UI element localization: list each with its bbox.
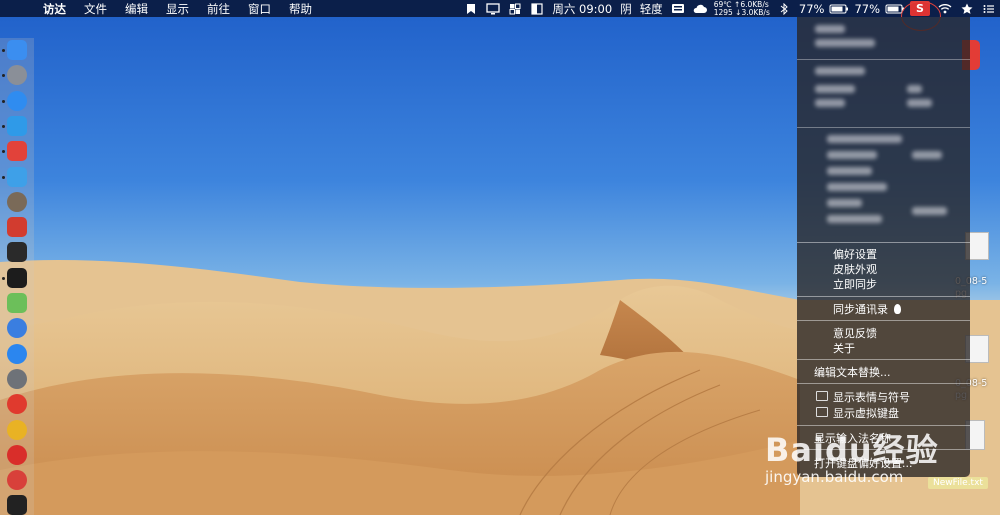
menu-separator [797, 242, 970, 243]
dock-screen-share-icon[interactable] [7, 166, 27, 187]
lightbulb-icon [894, 303, 901, 314]
dock-vivaldi-icon[interactable] [7, 470, 27, 491]
menu-item-sync-now[interactable]: 立即同步 [797, 276, 970, 291]
dock-running-indicator [2, 49, 5, 52]
battery-percent-2[interactable]: 77% [850, 2, 884, 16]
dock-maps-icon[interactable] [7, 293, 27, 313]
dock-running-indicator [2, 74, 5, 78]
menu-separator [797, 359, 970, 360]
menu-item-sync-contacts[interactable]: 同步通讯录 [797, 301, 970, 316]
dock-running-indicator [2, 99, 5, 103]
dock-launchpad-icon[interactable] [7, 65, 27, 86]
menu-item-label: 意见反馈 [833, 326, 877, 340]
blurred-menu-section [797, 17, 970, 247]
keyboard-input-icon[interactable] [667, 0, 689, 17]
keyboard-viewer-icon [816, 407, 828, 417]
dock-running-indicator [2, 124, 5, 128]
menu-help[interactable]: 帮助 [280, 1, 321, 17]
system-stats[interactable]: 69℃ ↑6.0KB/s 1295 ↓3.0KB/s [711, 0, 773, 17]
menubar-air-quality[interactable]: 轻度 [636, 1, 667, 17]
menu-item-label: 皮肤外观 [833, 262, 877, 276]
menu-item-edit-text-replace[interactable]: 编辑文本替换... [797, 364, 970, 379]
dock-preview-icon[interactable] [7, 115, 27, 136]
dock-macos-installer-icon[interactable] [7, 191, 27, 212]
list-icon[interactable] [978, 0, 1000, 17]
menu-edit[interactable]: 编辑 [116, 1, 157, 17]
menu-item-feedback[interactable]: 意见反馈 [797, 325, 970, 340]
dock-finder-icon[interactable] [7, 40, 27, 60]
menubar-clock[interactable]: 周六 09:00 [548, 1, 616, 17]
battery-icon-1[interactable] [828, 0, 850, 17]
dock-dictionary-icon[interactable] [7, 217, 27, 238]
menu-item-label: 显示虚拟键盘 [833, 406, 899, 420]
dock [0, 38, 34, 515]
menu-item-label: 偏好设置 [833, 247, 877, 261]
dock-running-indicator [2, 276, 5, 280]
menu-app-name[interactable]: 访达 [34, 1, 75, 17]
dock-activity-monitor-icon[interactable] [7, 242, 27, 263]
star-icon[interactable] [956, 0, 978, 17]
display-icon[interactable] [482, 0, 504, 17]
menu-item-show-keyboard[interactable]: 显示虚拟键盘 [797, 405, 970, 420]
menu-item-show-emoji[interactable]: 显示表情与符号 [797, 389, 970, 404]
dock-system-preferences-icon[interactable] [7, 368, 27, 389]
stats-line-2: 1295 ↓3.0KB/s [713, 7, 770, 17]
cloud-sync-icon[interactable] [689, 0, 711, 17]
menu-item-label: 编辑文本替换... [814, 365, 891, 379]
dock-app-store-icon[interactable] [7, 343, 27, 364]
dock-chrome-icon[interactable] [7, 419, 27, 440]
watermark-logo: Baidu经验 [765, 431, 939, 469]
baidu-jingyan-watermark: Baidu经验 jingyan.baidu.com [765, 425, 945, 495]
dock-yandex-browser-icon[interactable] [7, 394, 27, 415]
menu-bar: 访达 文件 编辑 显示 前往 窗口 帮助 周六 09:00 阴 轻度 69℃ ↑… [0, 0, 1000, 17]
menu-item-about[interactable]: 关于 [797, 340, 970, 355]
menu-window[interactable]: 窗口 [239, 1, 280, 17]
dock-running-indicator [2, 150, 5, 154]
menu-item-label: 同步通讯录 [833, 302, 888, 316]
menu-go[interactable]: 前往 [198, 1, 239, 17]
menu-item-label: 立即同步 [833, 277, 877, 291]
menu-item-label: 关于 [833, 341, 855, 355]
bookmark-icon[interactable] [460, 0, 482, 17]
menu-separator [797, 320, 970, 321]
dock-terminal-icon[interactable] [7, 267, 27, 288]
menubar-weather[interactable]: 阴 [616, 1, 636, 17]
dock-console-icon[interactable] [7, 495, 27, 515]
menu-file[interactable]: 文件 [75, 1, 116, 17]
dock-safari-icon[interactable] [7, 90, 27, 111]
dock-siri-icon[interactable] [7, 318, 27, 339]
dock-netease-music-red-icon[interactable] [7, 444, 27, 465]
battery-percent-1[interactable]: 77% [795, 2, 829, 16]
watermark-url: jingyan.baidu.com [765, 468, 904, 486]
bluetooth-icon[interactable] [773, 0, 795, 17]
dock-running-indicator [2, 175, 5, 179]
emoji-viewer-icon [816, 391, 828, 401]
mission-control-icon[interactable] [504, 0, 526, 17]
screen-layout-icon[interactable] [526, 0, 548, 17]
menu-item-label: 显示表情与符号 [833, 390, 910, 404]
dock-netease-music-icon[interactable] [7, 141, 27, 162]
menu-separator [797, 296, 970, 297]
input-method-menu: 偏好设置 皮肤外观 立即同步 同步通讯录 意见反馈 关于 编辑文本替换... 显… [797, 17, 970, 477]
menu-view[interactable]: 显示 [157, 1, 198, 17]
menu-item-preferences[interactable]: 偏好设置 [797, 246, 970, 261]
menu-item-skin[interactable]: 皮肤外观 [797, 261, 970, 276]
menu-separator [797, 383, 970, 384]
